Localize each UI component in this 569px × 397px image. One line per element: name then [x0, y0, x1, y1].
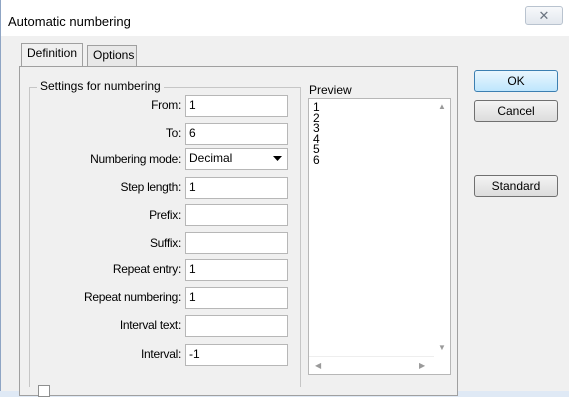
horizontal-scrollbar[interactable]: ◀ ▶ [309, 356, 434, 374]
dialog-window: Automatic numbering ✕ Definition Options… [0, 0, 569, 397]
to-field[interactable]: 6 [185, 123, 288, 145]
standard-button[interactable]: Standard [474, 175, 558, 197]
from-label: From: [151, 98, 181, 112]
repeat-entry-label: Repeat entry: [112, 262, 181, 276]
suffix-field[interactable] [185, 232, 288, 254]
tab-definition[interactable]: Definition [21, 43, 84, 66]
numbering-mode-select[interactable]: Decimal [185, 148, 288, 170]
tab-options-label: Options [93, 48, 135, 62]
preview-list[interactable]: 1 2 3 4 5 6 ▲ ▼ ◀ ▶ [308, 98, 451, 375]
tab-definition-label: Definition [27, 46, 78, 60]
to-label: To: [165, 126, 181, 140]
repeat-numbering-label: Repeat numbering: [84, 290, 181, 304]
close-button[interactable]: ✕ [525, 6, 563, 25]
preview-lines: 1 2 3 4 5 6 [313, 101, 320, 167]
cancel-button[interactable]: Cancel [474, 100, 558, 122]
chevron-down-icon [273, 156, 282, 161]
tab-options[interactable]: Options [87, 45, 137, 66]
step-length-field[interactable]: 1 [185, 177, 288, 199]
ok-button[interactable]: OK [474, 70, 558, 92]
interval-text-field[interactable] [185, 315, 288, 337]
scroll-up-arrow-icon[interactable]: ▲ [438, 102, 446, 111]
prefix-label: Prefix: [149, 208, 181, 222]
interval-label: Interval: [141, 347, 181, 361]
scroll-left-arrow-icon[interactable]: ◀ [315, 361, 321, 370]
scroll-right-arrow-icon[interactable]: ▶ [419, 361, 425, 370]
interval-field[interactable]: -1 [185, 344, 288, 366]
step-length-label: Step length: [120, 180, 182, 194]
vertical-scrollbar[interactable]: ▲ ▼ [433, 99, 450, 357]
from-field[interactable]: 1 [185, 95, 288, 117]
preview-label: Preview [309, 83, 352, 97]
interval-text-label: Interval text: [119, 318, 181, 332]
options-checkbox[interactable] [38, 385, 50, 397]
repeat-numbering-field[interactable]: 1 [185, 287, 288, 309]
title-bar: Automatic numbering ✕ [1, 0, 569, 36]
preview-line: 6 [313, 152, 320, 167]
suffix-label: Suffix: [149, 236, 181, 250]
prefix-field[interactable] [185, 204, 288, 226]
close-icon: ✕ [538, 7, 550, 23]
window-title: Automatic numbering [8, 14, 131, 29]
repeat-entry-field[interactable]: 1 [185, 259, 288, 281]
scroll-down-arrow-icon[interactable]: ▼ [438, 343, 446, 352]
settings-group-label: Settings for numbering [37, 79, 164, 93]
numbering-mode-label: Numbering mode: [90, 152, 181, 166]
numbering-mode-value: Decimal [189, 151, 233, 165]
